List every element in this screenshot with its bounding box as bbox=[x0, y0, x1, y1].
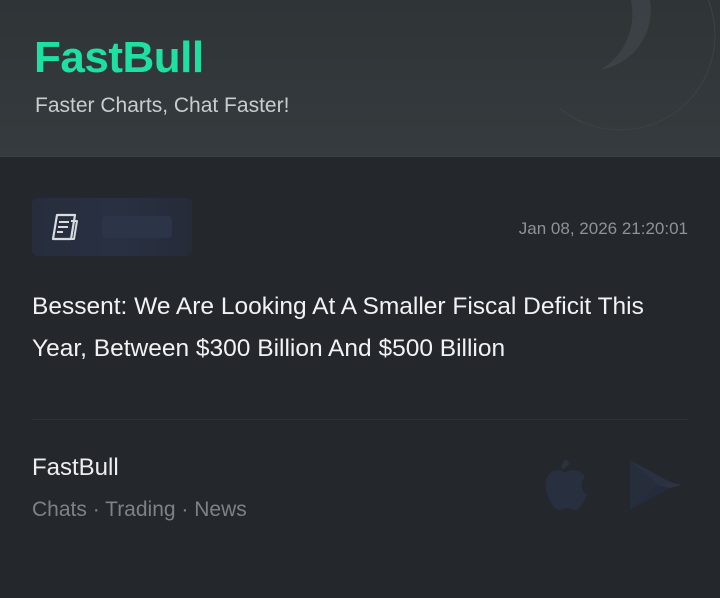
article-headline: Bessent: We Are Looking At A Smaller Fis… bbox=[32, 293, 644, 362]
divider bbox=[32, 419, 688, 420]
news-share-card: FastBull Faster Charts, Chat Faster! Jan… bbox=[0, 0, 720, 598]
brand-logo: FastBull bbox=[34, 33, 204, 82]
store-icons bbox=[545, 460, 682, 510]
moon-arc-icon bbox=[560, 0, 716, 131]
google-play-icon bbox=[630, 460, 682, 510]
brand-tagline: Faster Charts, Chat Faster! bbox=[35, 94, 290, 117]
badge-blurred-label bbox=[102, 216, 172, 238]
news-category-badge bbox=[32, 198, 192, 256]
article-timestamp: Jan 08, 2026 21:20:01 bbox=[518, 219, 688, 238]
footer-tags: Chats · Trading · News bbox=[32, 498, 247, 521]
footer-brand-name: FastBull bbox=[32, 454, 119, 481]
news-document-icon bbox=[51, 213, 78, 241]
apple-store-icon bbox=[545, 460, 587, 510]
header-banner: FastBull Faster Charts, Chat Faster! bbox=[0, 0, 720, 157]
